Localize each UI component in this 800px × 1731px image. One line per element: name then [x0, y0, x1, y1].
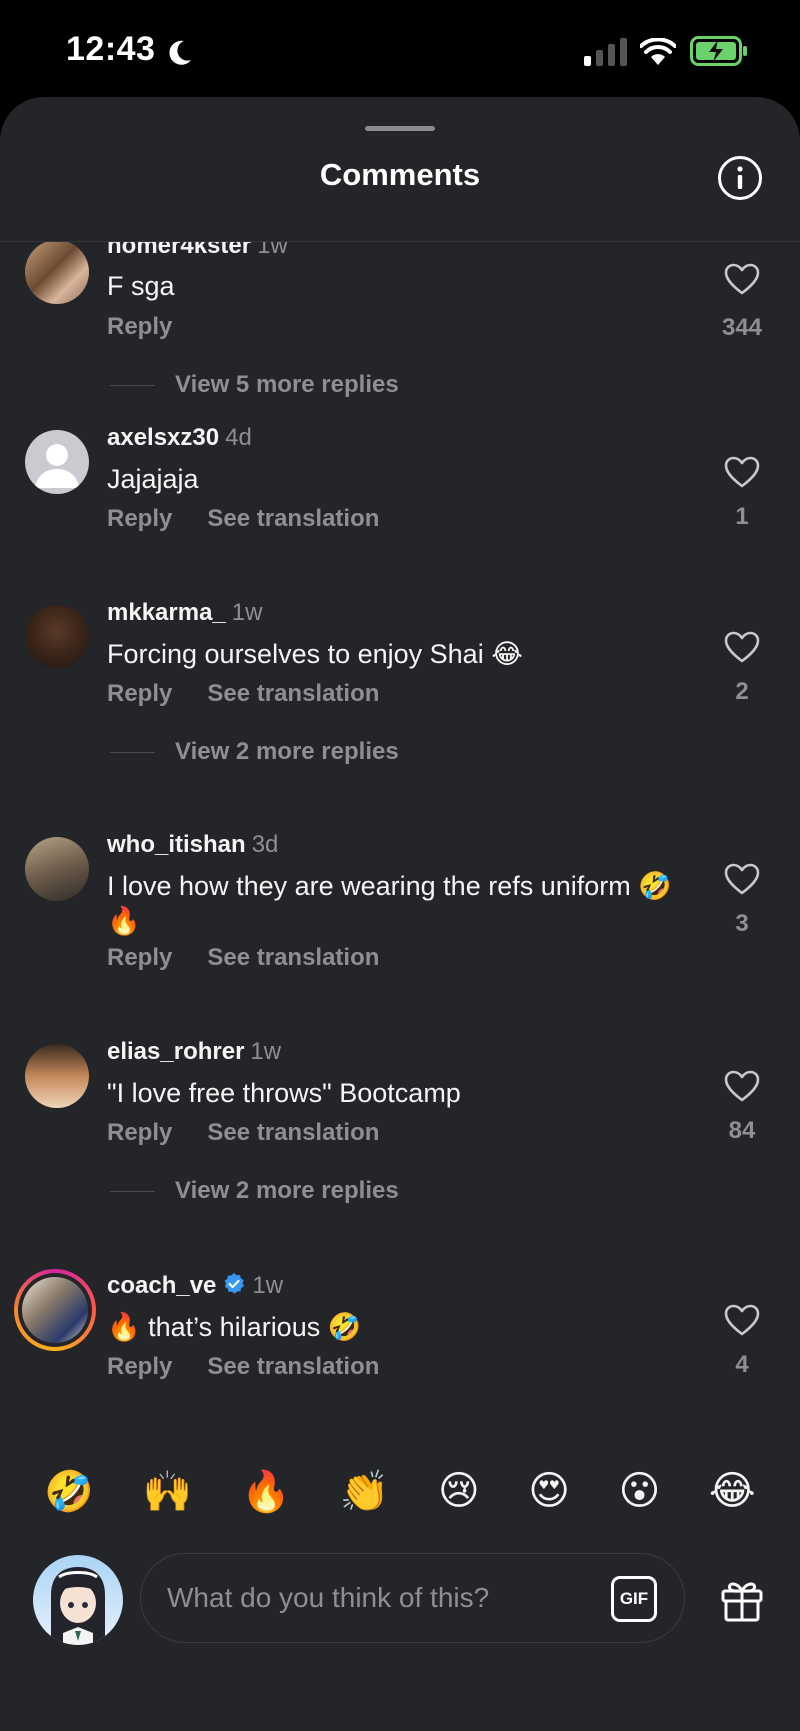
verified-badge-icon	[225, 1273, 245, 1294]
gif-button[interactable]: GIF	[611, 1576, 657, 1622]
view-more-replies-label: View 5 more replies	[175, 371, 399, 398]
heart-icon[interactable]	[720, 1304, 764, 1336]
heart-icon[interactable]	[720, 263, 764, 295]
comment-timestamp: 3d	[251, 831, 279, 858]
comment-text: "I love free throws" Bootcamp	[107, 1078, 461, 1108]
view-more-replies[interactable]: View 5 more replies	[110, 371, 399, 399]
info-icon[interactable]	[717, 155, 763, 201]
avatar-story-ring[interactable]	[14, 1269, 96, 1351]
sheet-grabber[interactable]	[365, 126, 435, 131]
comment-username[interactable]: homer4kster	[107, 242, 251, 259]
like-count: 2	[735, 678, 749, 705]
emoji-joy-button[interactable]: 😂	[709, 1468, 756, 1528]
comment-timestamp: 1w	[250, 1038, 282, 1065]
view-more-replies-label: View 2 more replies	[175, 738, 399, 765]
see-translation-button[interactable]: See translation	[207, 1353, 379, 1381]
see-translation-button[interactable]: See translation	[207, 1119, 379, 1147]
avatar	[22, 1277, 88, 1343]
comment-text: I love how they are wearing the refs uni…	[107, 871, 672, 936]
view-more-replies[interactable]: View 2 more replies	[110, 1177, 399, 1205]
like-count: 3	[735, 910, 749, 937]
quick-emoji-bar: 🤣 🙌 🔥 👏 😢 😍 😮 😂	[0, 1468, 800, 1528]
emoji-heart-eyes-button[interactable]: 😍	[528, 1468, 570, 1528]
emoji-fire-button[interactable]: 🔥	[241, 1468, 291, 1528]
emoji-rofl-button[interactable]: 🤣	[44, 1468, 94, 1528]
reply-button[interactable]: Reply	[107, 944, 172, 972]
comment-input[interactable]	[167, 1576, 567, 1620]
avatar[interactable]	[25, 242, 89, 304]
comment-username[interactable]: coach_ve	[107, 1272, 216, 1299]
comment-username[interactable]: mkkarma_	[107, 599, 226, 626]
comment-username[interactable]: who_itishan	[107, 831, 246, 858]
cellular-signal-icon	[584, 38, 627, 66]
reply-button[interactable]: Reply	[107, 1353, 172, 1381]
comment-timestamp: 1w	[257, 242, 288, 259]
avatar[interactable]	[25, 430, 89, 494]
comment-text: F sga	[107, 271, 175, 301]
reply-button[interactable]: Reply	[107, 505, 172, 533]
heart-icon[interactable]	[720, 456, 764, 488]
moon-icon	[169, 40, 191, 65]
reply-button[interactable]: Reply	[107, 680, 172, 708]
page-title: Comments	[319, 157, 481, 192]
like-count: 344	[721, 314, 763, 341]
my-avatar[interactable]	[33, 1555, 123, 1645]
emoji-raised-hands-button[interactable]: 🙌	[143, 1468, 193, 1528]
comment-text: Jajajaja	[107, 464, 199, 494]
heart-icon[interactable]	[720, 1070, 764, 1102]
heart-icon[interactable]	[720, 631, 764, 663]
default-avatar-icon	[35, 444, 79, 488]
avatar[interactable]	[25, 837, 89, 901]
emoji-surprised-button[interactable]: 😮	[619, 1468, 661, 1528]
home-indicator	[260, 1704, 540, 1713]
avatar[interactable]	[25, 605, 89, 669]
comment-timestamp: 1w	[252, 1272, 284, 1299]
comment-timestamp: 1w	[231, 599, 263, 626]
comment-username[interactable]: axelsxz30	[107, 424, 219, 451]
see-translation-button[interactable]: See translation	[207, 505, 379, 533]
like-count: 84	[728, 1117, 756, 1144]
status-time: 12:43	[66, 30, 156, 68]
view-more-replies-label: View 2 more replies	[175, 1177, 399, 1204]
comment-username[interactable]: elias_rohrer	[107, 1038, 244, 1065]
comment-list[interactable]: homer4kster 1w F sga Reply 344 View 5 mor…	[0, 242, 800, 1542]
see-translation-button[interactable]: See translation	[207, 680, 379, 708]
see-translation-button[interactable]: See translation	[207, 944, 379, 972]
comment-text: 🔥 that’s hilarious 🤣	[107, 1312, 362, 1342]
comment-input-container: GIF	[140, 1553, 685, 1643]
gift-icon[interactable]	[719, 1577, 765, 1623]
comment-text: Forcing ourselves to enjoy Shai 😂	[107, 639, 523, 669]
wifi-icon	[640, 38, 676, 65]
reply-button[interactable]: Reply	[107, 1119, 172, 1147]
divider-line	[110, 1190, 155, 1192]
comment-timestamp: 4d	[225, 424, 252, 451]
like-count: 4	[735, 1351, 749, 1378]
divider-line	[110, 751, 155, 753]
emoji-crying-button[interactable]: 😢	[438, 1468, 480, 1528]
divider-line	[110, 384, 155, 386]
emoji-clap-button[interactable]: 👏	[340, 1468, 390, 1528]
like-count: 1	[735, 503, 749, 530]
reply-button[interactable]: Reply	[107, 313, 172, 341]
heart-icon[interactable]	[720, 863, 764, 895]
status-bar: 12:43	[0, 0, 800, 100]
anime-avatar-icon	[51, 1567, 105, 1645]
view-more-replies[interactable]: View 2 more replies	[110, 738, 399, 766]
avatar[interactable]	[25, 1044, 89, 1108]
battery-charging-icon	[690, 36, 747, 66]
